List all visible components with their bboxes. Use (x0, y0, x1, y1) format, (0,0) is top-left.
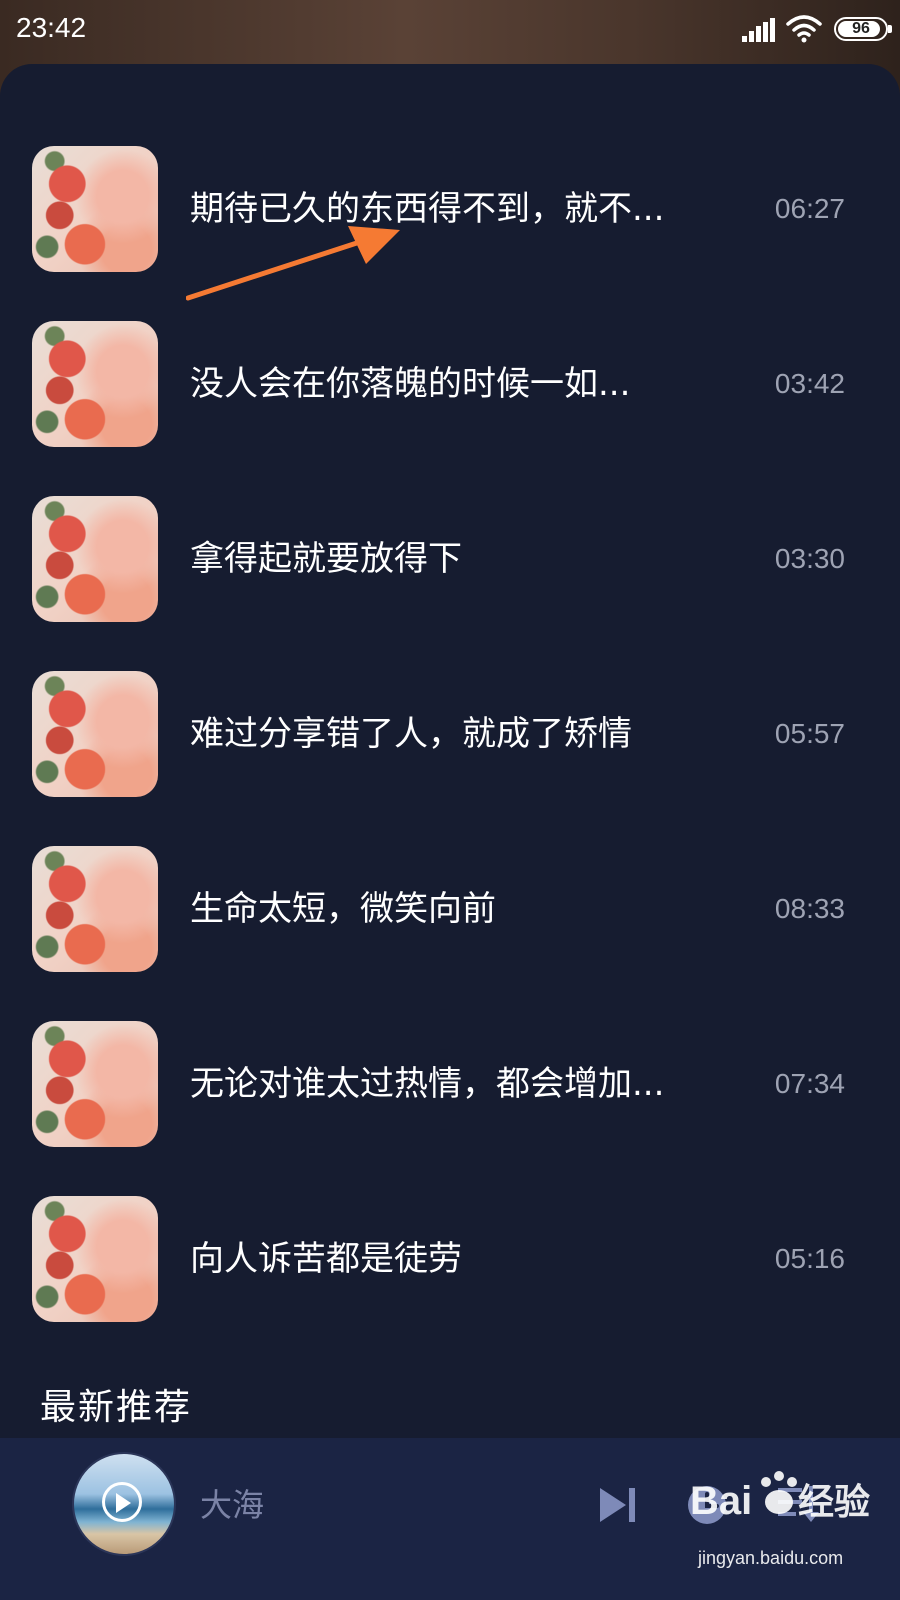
song-row[interactable]: 期待已久的东西得不到，就不... 06:27 (0, 146, 900, 321)
wifi-icon (786, 15, 822, 43)
song-duration: 06:27 (774, 193, 845, 224)
player-cover[interactable] (72, 1452, 176, 1556)
baidu-logo-icon: Bai 经验 (690, 1471, 870, 1523)
song-row[interactable]: 没人会在你落魄的时候一如... 03:42 (0, 321, 900, 496)
player-title: 大海 (200, 1486, 265, 1524)
song-cover (32, 146, 158, 272)
song-title: 生命太短，微笑向前 (190, 889, 496, 929)
song-cover (32, 671, 158, 797)
battery-level: 96 (852, 20, 870, 37)
song-row[interactable]: 向人诉苦都是徒劳 05:16 (0, 1196, 900, 1371)
song-title: 没人会在你落魄的时候一如... (190, 364, 631, 404)
song-cover (32, 496, 158, 622)
song-duration: 03:30 (774, 543, 845, 574)
svg-text:Bai: Bai (690, 1479, 752, 1523)
play-icon[interactable] (102, 1482, 142, 1522)
song-title: 无论对谁太过热情，都会增加... (190, 1064, 665, 1104)
song-duration: 05:16 (774, 1243, 845, 1274)
song-cover (32, 846, 158, 972)
svg-text:经验: 经验 (798, 1481, 870, 1522)
song-row[interactable]: 拿得起就要放得下 03:30 (0, 496, 900, 671)
watermark-url: jingyan.baidu.com (698, 1548, 844, 1568)
song-row[interactable]: 无论对谁太过热情，都会增加... 07:34 (0, 1021, 900, 1196)
song-cover (32, 321, 158, 447)
song-duration: 05:57 (774, 718, 845, 749)
song-duration: 08:33 (774, 893, 845, 924)
signal-icon (742, 18, 775, 42)
section-title: 最新推荐 (40, 1387, 193, 1428)
status-bar: 23:42 96 (0, 0, 900, 62)
song-duration: 03:42 (774, 368, 845, 399)
song-panel: 期待已久的东西得不到，就不... 06:27 没人会在你落魄的时候一如... 0… (0, 64, 900, 1600)
status-time: 23:42 (16, 12, 87, 43)
baidu-watermark: Bai 经验 jingyan.baidu.com (690, 1452, 890, 1592)
song-row[interactable]: 难过分享错了人，就成了矫情 05:57 (0, 671, 900, 846)
battery-icon: 96 (834, 17, 892, 41)
song-title: 拿得起就要放得下 (190, 539, 462, 579)
song-duration: 07:34 (774, 1068, 845, 1099)
song-title: 向人诉苦都是徒劳 (190, 1239, 462, 1279)
song-cover (32, 1196, 158, 1322)
song-row[interactable]: 生命太短，微笑向前 08:33 (0, 846, 900, 1021)
next-icon[interactable] (598, 1486, 638, 1524)
annotation-arrow-icon (186, 226, 400, 301)
song-list: 期待已久的东西得不到，就不... 06:27 没人会在你落魄的时候一如... 0… (0, 146, 900, 1371)
song-cover (32, 1021, 158, 1147)
song-title: 难过分享错了人，就成了矫情 (190, 714, 632, 754)
